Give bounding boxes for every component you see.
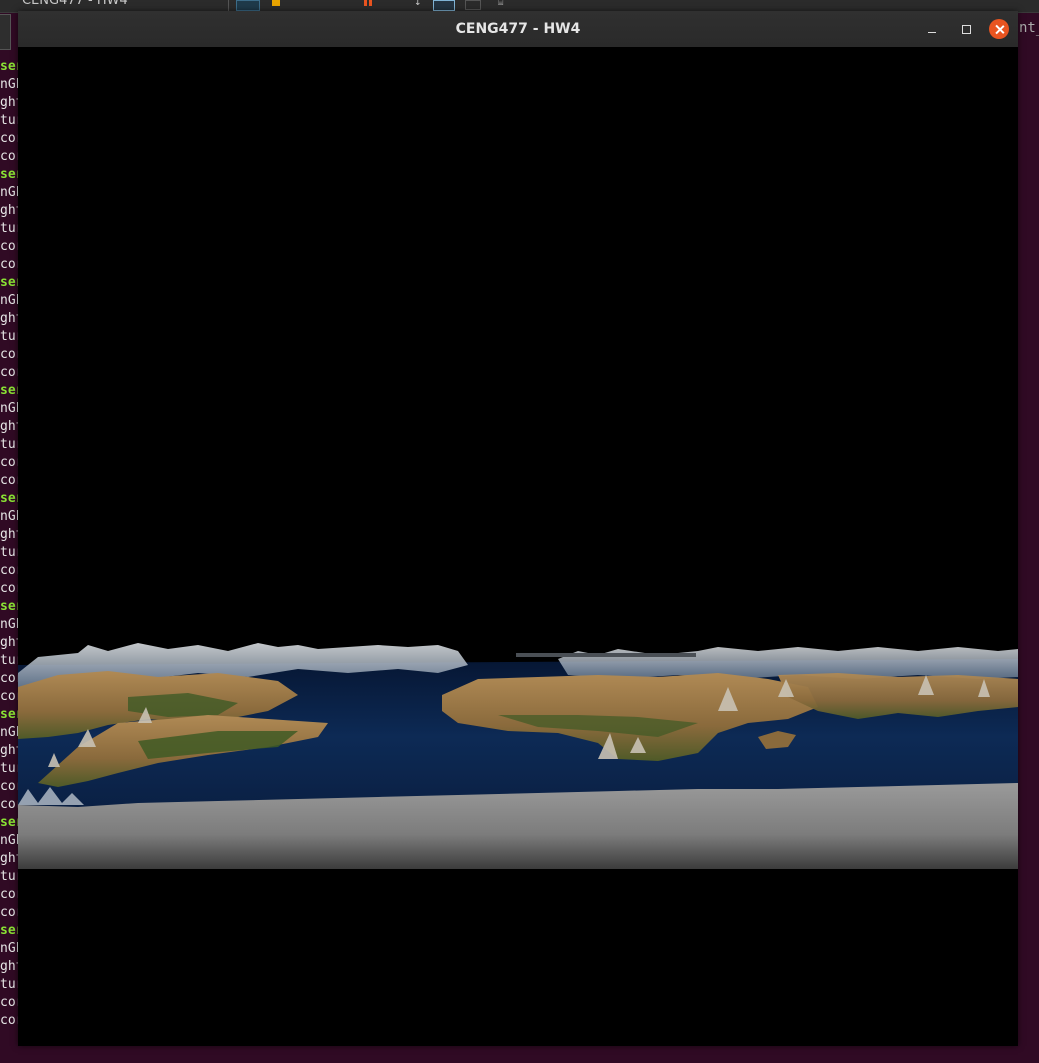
- terminal-output-line: ght: [0, 311, 19, 326]
- terminal-output-line: ght: [0, 419, 19, 434]
- app-window: CENG477 - HW4: [18, 11, 1018, 1046]
- monitor-icon[interactable]: ⌸: [498, 0, 512, 8]
- terminal-icon[interactable]: [236, 0, 260, 11]
- terminal-output-line: tur: [0, 869, 19, 884]
- screenshot-icon[interactable]: [433, 0, 455, 11]
- window-titlebar[interactable]: CENG477 - HW4: [18, 11, 1018, 48]
- terminal-output-line: ght: [0, 95, 19, 110]
- terminal-output-line: tur: [0, 545, 19, 560]
- terminal-output-line: nGL: [0, 725, 19, 740]
- terminal-prompt-line: ser: [0, 275, 19, 290]
- terminal-output-line: cor: [0, 473, 19, 488]
- background-tab-suffix: nt_: [1019, 20, 1039, 36]
- terminal-output-line: cor: [0, 581, 19, 596]
- close-button[interactable]: [989, 19, 1009, 39]
- terrain-render: [18, 643, 1018, 869]
- terminal-output-line: ght: [0, 203, 19, 218]
- terminal-prompt-line: ser: [0, 59, 19, 74]
- terminal-output-line: cor: [0, 347, 19, 362]
- close-icon: [995, 25, 1004, 34]
- terminal-prompt-line: ser: [0, 167, 19, 182]
- terminal-output-line: cor: [0, 563, 19, 578]
- background-tab-title[interactable]: CENG477 - HW4: [22, 0, 128, 8]
- window-icon[interactable]: [465, 0, 481, 10]
- terminal-output-line: cor: [0, 671, 19, 686]
- terminal-prompt-line: ser: [0, 923, 19, 938]
- terminal-output-line: cor: [0, 779, 19, 794]
- terminal-output-line: cor: [0, 239, 19, 254]
- terminal-output-line: cor: [0, 689, 19, 704]
- maximize-icon: [961, 24, 971, 34]
- terminal-prompt-line: ser: [0, 599, 19, 614]
- terminal-output-line: tur: [0, 113, 19, 128]
- terminal-prompt-line: ser: [0, 707, 19, 722]
- terminal-output-line: cor: [0, 131, 19, 146]
- background-terminal-output: ser nGL ght tur cor cor ser nGL ght tur cor cor ser n…: [0, 58, 19, 1030]
- terminal-output-line: cor: [0, 149, 19, 164]
- terminal-output-line: tur: [0, 329, 19, 344]
- terminal-prompt-line: ser: [0, 491, 19, 506]
- terminal-output-line: nGL: [0, 833, 19, 848]
- minimize-button[interactable]: [922, 19, 942, 39]
- minimize-icon: [928, 31, 936, 33]
- terminal-output-line: ght: [0, 959, 19, 974]
- folder-icon[interactable]: [272, 0, 280, 6]
- terminal-output-line: cor: [0, 365, 19, 380]
- terminal-output-line: ght: [0, 743, 19, 758]
- terminal-output-line: nGL: [0, 617, 19, 632]
- terminal-output-line: tur: [0, 761, 19, 776]
- terminal-output-line: tur: [0, 437, 19, 452]
- northern-ice-ridge-east: [558, 647, 1018, 679]
- terminal-prompt-line: ser: [0, 383, 19, 398]
- terminal-output-line: cor: [0, 905, 19, 920]
- pause-icon[interactable]: [364, 0, 367, 6]
- terminal-output-line: nGL: [0, 293, 19, 308]
- terminal-output-line: cor: [0, 455, 19, 470]
- terminal-output-line: nGL: [0, 941, 19, 956]
- terminal-output-line: nGL: [0, 185, 19, 200]
- window-title: CENG477 - HW4: [455, 21, 581, 37]
- terminal-output-line: nGL: [0, 509, 19, 524]
- download-icon[interactable]: ↓: [414, 0, 422, 10]
- terminal-output-line: nGL: [0, 401, 19, 416]
- terminal-output-line: tur: [0, 977, 19, 992]
- terminal-output-line: ght: [0, 635, 19, 650]
- terminal-output-line: cor: [0, 257, 19, 272]
- pause-icon-bar: [369, 0, 372, 6]
- terminal-output-line: cor: [0, 887, 19, 902]
- terminal-output-line: tur: [0, 653, 19, 668]
- maximize-button[interactable]: [956, 19, 976, 39]
- terminal-output-line: ght: [0, 851, 19, 866]
- terminal-prompt-line: ser: [0, 815, 19, 830]
- opengl-viewport[interactable]: [18, 47, 1018, 1046]
- dark-strip: [516, 653, 696, 657]
- terminal-output-line: nGL: [0, 77, 19, 92]
- terminal-output-line: tur: [0, 221, 19, 236]
- terminal-output-line: cor: [0, 797, 19, 812]
- terminal-output-line: ght: [0, 527, 19, 542]
- terminal-output-line: cor: [0, 1013, 19, 1028]
- terminal-output-line: cor: [0, 995, 19, 1010]
- background-panel-edge: [0, 14, 11, 50]
